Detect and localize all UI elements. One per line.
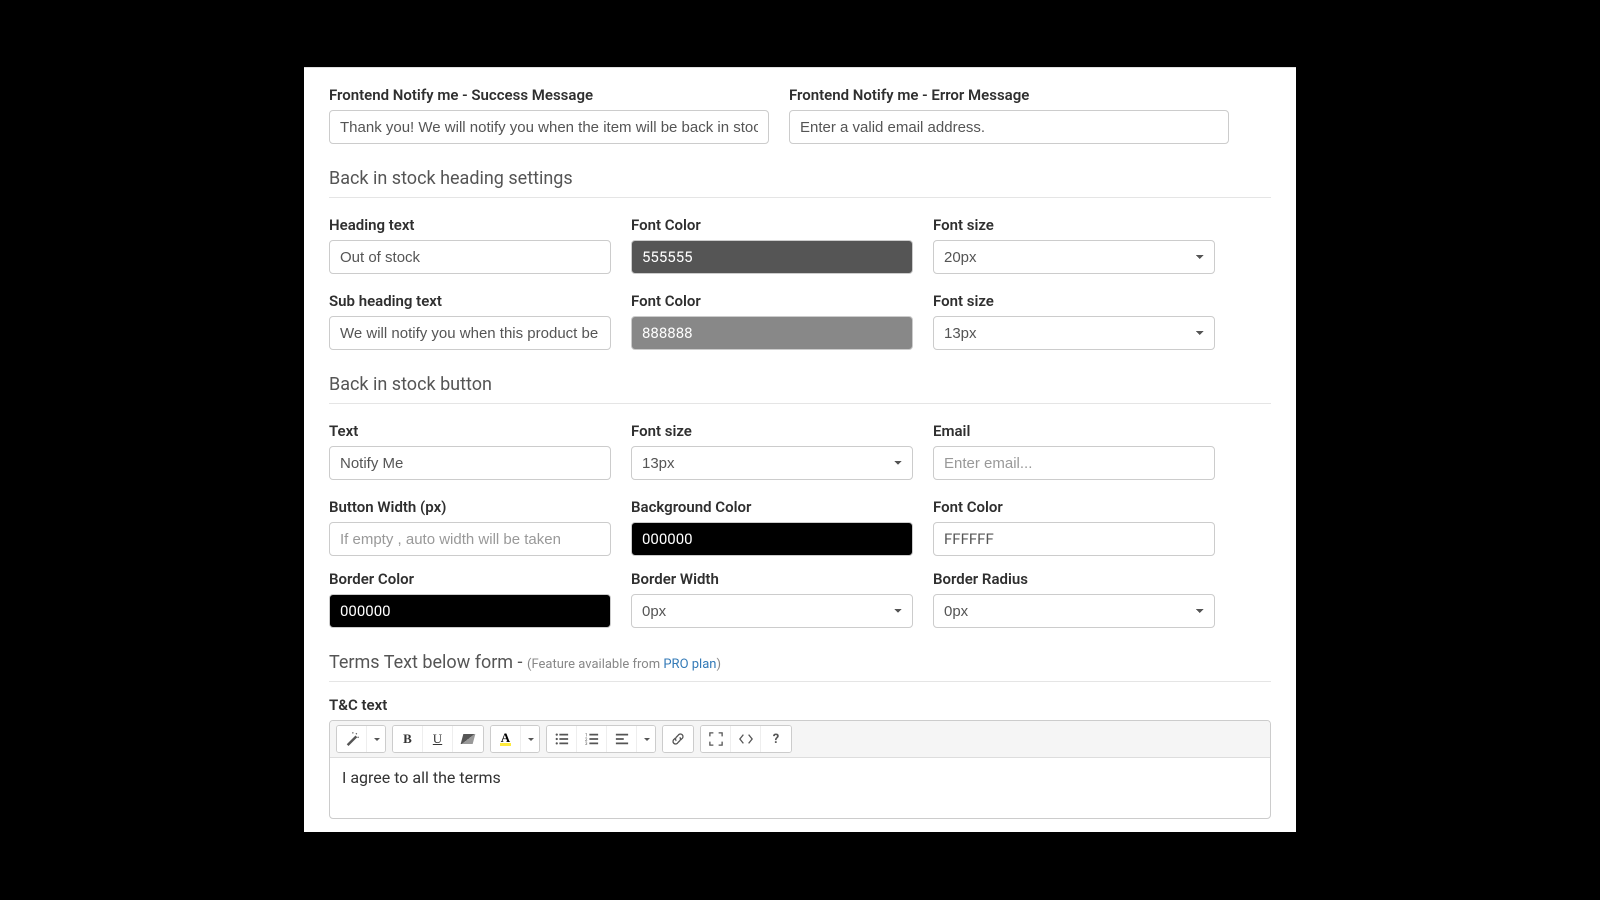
svg-text:3: 3 <box>585 742 588 746</box>
fullscreen-icon <box>709 732 723 746</box>
link-button[interactable] <box>663 726 693 752</box>
button-section-title: Back in stock button <box>329 374 1271 404</box>
style-dropdown[interactable] <box>367 726 385 752</box>
terms-title-prefix: Terms Text below form - <box>329 652 527 673</box>
underline-button[interactable]: U <box>423 726 453 752</box>
border-radius-label: Border Radius <box>933 570 1215 588</box>
subheading-text-label: Sub heading text <box>329 292 611 310</box>
heading-section-title: Back in stock heading settings <box>329 168 1271 198</box>
editor-toolbar: B U A 123 <box>330 721 1270 758</box>
tc-editor-content[interactable]: I agree to all the terms <box>330 758 1270 818</box>
button-font-color-label: Font Color <box>933 498 1215 516</box>
button-font-size-label: Font size <box>631 422 913 440</box>
tc-editor: B U A 123 <box>329 720 1271 819</box>
button-email-label: Email <box>933 422 1215 440</box>
button-bg-color-value: 000000 <box>642 530 693 548</box>
heading-font-color-value: 555555 <box>642 248 693 266</box>
border-color-value: 000000 <box>340 602 391 620</box>
magic-wand-icon <box>345 732 359 746</box>
fullscreen-button[interactable] <box>701 726 731 752</box>
button-email-input[interactable] <box>933 446 1215 480</box>
error-message-label: Frontend Notify me - Error Message <box>789 86 1229 104</box>
subheading-text-input[interactable] <box>329 316 611 350</box>
heading-font-size-label: Font size <box>933 216 1215 234</box>
button-width-input[interactable] <box>329 522 611 556</box>
heading-font-color-input[interactable]: 555555 <box>631 240 913 274</box>
border-width-select[interactable]: 0px <box>631 594 913 628</box>
button-font-color-input[interactable]: FFFFFF <box>933 522 1215 556</box>
code-icon <box>739 732 753 746</box>
success-message-input[interactable] <box>329 110 769 144</box>
font-color-button[interactable]: A <box>491 726 521 752</box>
subheading-font-size-label: Font size <box>933 292 1215 310</box>
button-width-label: Button Width (px) <box>329 498 611 516</box>
terms-note-prefix: (Feature available from <box>527 657 663 672</box>
subheading-font-color-label: Font Color <box>631 292 913 310</box>
ordered-list-icon: 123 <box>585 732 599 746</box>
tc-text-label: T&C text <box>329 696 1271 714</box>
button-font-color-value: FFFFFF <box>944 530 994 548</box>
paragraph-dropdown[interactable] <box>637 726 655 752</box>
border-radius-select[interactable]: 0px <box>933 594 1215 628</box>
help-icon: ? <box>773 732 779 747</box>
heading-font-color-label: Font Color <box>631 216 913 234</box>
help-button[interactable]: ? <box>761 726 791 752</box>
font-color-dropdown[interactable] <box>521 726 539 752</box>
align-icon <box>615 732 629 746</box>
subheading-font-color-value: 888888 <box>642 324 693 342</box>
button-text-input[interactable] <box>329 446 611 480</box>
clear-format-button[interactable] <box>453 726 483 752</box>
border-color-input[interactable]: 000000 <box>329 594 611 628</box>
bold-button[interactable]: B <box>393 726 423 752</box>
paragraph-button[interactable] <box>607 726 637 752</box>
terms-note-suffix: ) <box>716 657 721 672</box>
button-font-size-select[interactable]: 13px <box>631 446 913 480</box>
terms-section-title: Terms Text below form - (Feature availab… <box>329 652 1271 682</box>
border-width-label: Border Width <box>631 570 913 588</box>
code-view-button[interactable] <box>731 726 761 752</box>
font-color-icon: A <box>500 732 511 747</box>
button-bg-color-label: Background Color <box>631 498 913 516</box>
button-bg-color-input[interactable]: 000000 <box>631 522 913 556</box>
bullet-list-button[interactable] <box>547 726 577 752</box>
ordered-list-button[interactable]: 123 <box>577 726 607 752</box>
subheading-font-size-select[interactable]: 13px <box>933 316 1215 350</box>
eraser-icon <box>461 734 476 744</box>
error-message-input[interactable] <box>789 110 1229 144</box>
pro-plan-link[interactable]: PRO plan <box>663 657 716 672</box>
button-text-label: Text <box>329 422 611 440</box>
heading-text-input[interactable] <box>329 240 611 274</box>
border-color-label: Border Color <box>329 570 611 588</box>
link-icon <box>671 732 685 746</box>
style-button[interactable] <box>337 726 367 752</box>
heading-text-label: Heading text <box>329 216 611 234</box>
heading-font-size-select[interactable]: 20px <box>933 240 1215 274</box>
settings-panel: Frontend Notify me - Success Message Fro… <box>304 67 1296 832</box>
subheading-font-color-input[interactable]: 888888 <box>631 316 913 350</box>
success-message-label: Frontend Notify me - Success Message <box>329 86 769 104</box>
bullet-list-icon <box>555 732 569 746</box>
